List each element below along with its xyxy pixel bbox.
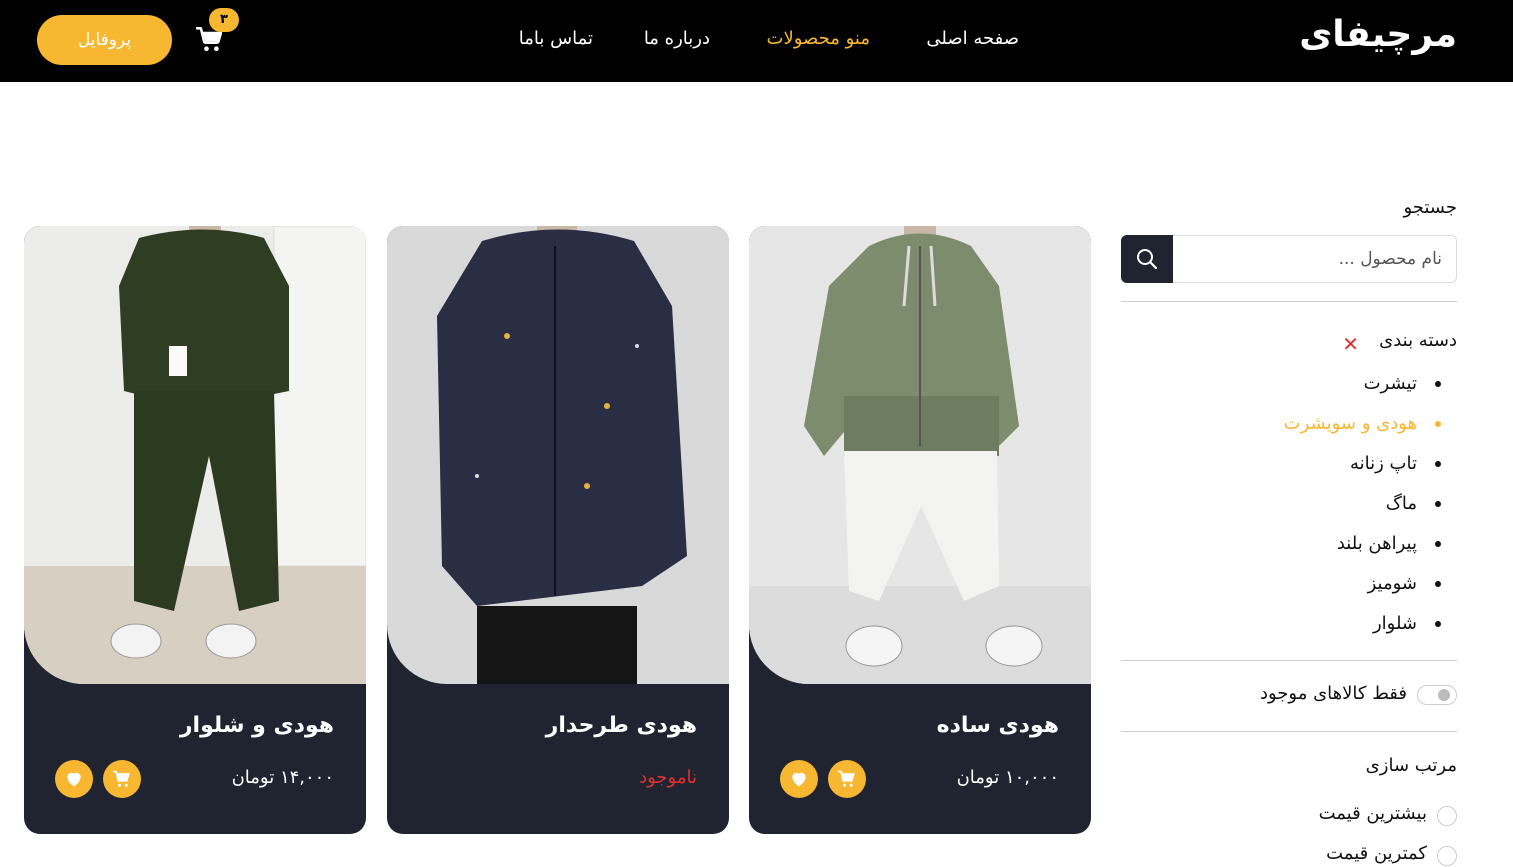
product-title[interactable]: هودی ساده (937, 713, 1059, 738)
category-item-long-dress[interactable]: پیراهن بلند (1121, 528, 1457, 568)
category-item-tshirt[interactable]: تیشرت (1121, 368, 1457, 408)
product-card[interactable]: هودی ساده ۱۰,۰۰۰ تومان (749, 226, 1091, 834)
divider (1121, 660, 1457, 661)
product-title[interactable]: هودی و شلوار (180, 713, 334, 738)
product-image[interactable] (24, 226, 366, 684)
sort-option-label: کمترین قیمت (1326, 843, 1427, 864)
category-item-blouse[interactable]: شومیز (1121, 568, 1457, 608)
search-button[interactable] (1121, 235, 1173, 283)
search-box (1121, 235, 1457, 283)
product-card[interactable]: هودی طرحدار ناموجود (387, 226, 729, 834)
cart-add-icon (112, 770, 130, 787)
sort-option-label: بیشترین قیمت (1318, 803, 1427, 824)
product-image[interactable] (387, 226, 729, 684)
nav-home-link[interactable]: صفحه اصلی (926, 28, 1019, 49)
add-to-cart-button[interactable] (828, 760, 866, 798)
nav-products-link[interactable]: منو محصولات (767, 28, 870, 49)
search-input[interactable] (1173, 236, 1456, 282)
in-stock-filter: فقط کالاهای موجود (1121, 681, 1457, 709)
category-title: دسته بندی (1379, 330, 1457, 351)
category-item-tank-top[interactable]: تاپ زنانه (1121, 448, 1457, 488)
product-card[interactable]: هودی و شلوار ۱۴,۰۰۰ تومان (24, 226, 366, 834)
top-navbar: مرچیفای صفحه اصلی منو محصولات درباره ما … (0, 0, 1513, 82)
in-stock-toggle[interactable] (1417, 685, 1457, 705)
category-item-hoodie[interactable]: هودی و سویشرت (1121, 408, 1457, 448)
favorite-button[interactable] (55, 760, 93, 798)
search-icon (1137, 249, 1158, 270)
nav-contact-link[interactable]: تماس باما (519, 28, 593, 49)
in-stock-label: فقط کالاهای موجود (1259, 683, 1407, 704)
add-to-cart-button[interactable] (103, 760, 141, 798)
radio-button[interactable] (1437, 806, 1457, 826)
divider (1121, 731, 1457, 732)
product-price: ۱۴,۰۰۰ تومان (231, 767, 334, 788)
category-item-pants[interactable]: شلوار (1121, 608, 1457, 648)
nav-about-link[interactable]: درباره ما (644, 28, 710, 49)
cart-count-badge: ۳ (209, 8, 239, 32)
search-title: جستجو (1403, 197, 1457, 218)
sort-option-highest-price[interactable]: بیشترین قیمت (1121, 803, 1457, 831)
product-image[interactable] (749, 226, 1091, 684)
category-item-mug[interactable]: ماگ (1121, 488, 1457, 528)
heart-icon (792, 772, 806, 787)
close-icon[interactable]: ✕ (1342, 332, 1359, 356)
sort-title: مرتب سازی (1365, 755, 1457, 776)
profile-button[interactable]: پروفایل (37, 15, 172, 65)
sort-option-lowest-price[interactable]: کمترین قیمت (1121, 843, 1457, 867)
heart-icon (67, 772, 81, 787)
product-price: ۱۰,۰۰۰ تومان (956, 767, 1059, 788)
favorite-button[interactable] (780, 760, 818, 798)
out-of-stock-label: ناموجود (639, 767, 697, 788)
category-list: تیشرت هودی و سویشرت تاپ زنانه ماگ پیراهن… (1121, 368, 1457, 648)
radio-button[interactable] (1437, 846, 1457, 866)
product-title[interactable]: هودی طرحدار (546, 713, 697, 738)
cart-add-icon (837, 770, 855, 787)
divider (1121, 301, 1457, 302)
